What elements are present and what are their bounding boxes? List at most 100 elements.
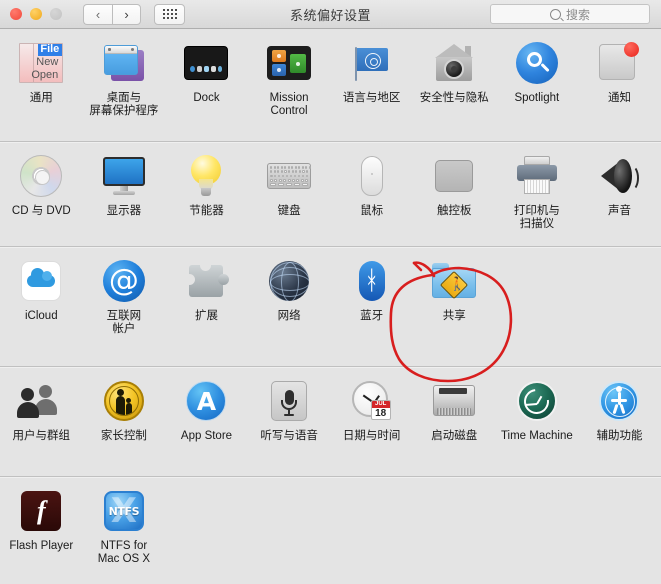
pref-pane-empty [165, 487, 248, 576]
traffic-lights [10, 8, 62, 20]
back-button[interactable]: ‹ [83, 3, 112, 25]
close-button[interactable] [10, 8, 22, 20]
pref-pane-dictation-speech[interactable]: 听写与语音 [248, 377, 331, 468]
pref-pane-mouse[interactable]: 鼠标 [330, 152, 413, 238]
pref-pane-label: 语言与地区 [342, 92, 401, 104]
pref-pane-notifications[interactable]: 通知 [578, 39, 661, 133]
pref-pane-label: 通知 [607, 92, 631, 104]
notifications-icon [595, 39, 643, 87]
pref-pane-label: CD 与 DVD [11, 205, 71, 217]
pref-pane-empty [248, 487, 331, 576]
pref-pane-label: iCloud [24, 310, 58, 322]
app-store-icon: A [182, 377, 230, 425]
search-icon [549, 8, 561, 20]
pref-pane-startup-disk[interactable]: 启动磁盘 [413, 377, 496, 468]
internet-accounts-icon: @ [100, 257, 148, 305]
pref-pane-internet-accounts[interactable]: @ 互联网 帐户 [83, 257, 166, 358]
pref-pane-keyboard[interactable]: 键盘 [248, 152, 331, 238]
mission-control-icon [265, 39, 313, 87]
pref-row-other: f Flash Player X NTFS NTFS for Mac OS X [0, 477, 661, 584]
forward-button[interactable]: › [112, 3, 141, 25]
mouse-icon [348, 152, 396, 200]
users-groups-icon [16, 377, 65, 425]
pref-pane-empty [578, 257, 661, 358]
pref-pane-label: 听写与语音 [260, 430, 318, 442]
dock-icon [182, 39, 230, 87]
pref-pane-label: 用户与群组 [12, 430, 71, 442]
pref-pane-spotlight[interactable]: Spotlight [496, 39, 579, 133]
pref-pane-empty [330, 487, 413, 576]
trackpad-icon [430, 152, 478, 200]
pref-pane-users-groups[interactable]: 用户与群组 [0, 377, 83, 468]
pref-pane-network[interactable]: 网络 [248, 257, 331, 358]
sharing-icon: 🚶 [430, 257, 478, 305]
pref-pane-desktop-screensaver[interactable]: 桌面与 屏幕保护程序 [83, 39, 166, 133]
pref-pane-label: 安全性与隐私 [419, 92, 489, 104]
pref-pane-language-region[interactable]: 语言与地区 [330, 39, 413, 133]
displays-icon [100, 152, 148, 200]
pref-pane-icloud[interactable]: iCloud [0, 257, 83, 358]
pref-pane-dock[interactable]: Dock [165, 39, 248, 133]
desktop-screensaver-icon [100, 39, 148, 87]
pref-pane-app-store[interactable]: A App Store [165, 377, 248, 468]
pref-pane-sound[interactable]: 声音 [578, 152, 661, 238]
pref-pane-label: Spotlight [514, 92, 560, 104]
pref-pane-label: 桌面与 屏幕保护程序 [89, 92, 159, 117]
pref-pane-printers-scanners[interactable]: 打印机与 扫描仪 [496, 152, 579, 238]
pref-pane-security-privacy[interactable]: 安全性与隐私 [413, 39, 496, 133]
pref-row-personal: File New Open 通用 桌面与 屏幕保护程序 Dock Mission… [0, 29, 661, 142]
navigation-buttons: ‹ › [83, 3, 141, 25]
dictation-speech-icon [265, 377, 313, 425]
ntfs-for-mac-icon: X NTFS [100, 487, 148, 535]
pref-pane-flash-player[interactable]: f Flash Player [0, 487, 83, 576]
pref-pane-extensions[interactable]: 扩展 [165, 257, 248, 358]
pref-pane-bluetooth[interactable]: ᚼ 蓝牙 [330, 257, 413, 358]
pref-pane-label: 启动磁盘 [431, 430, 478, 442]
icloud-icon [17, 257, 65, 305]
startup-disk-icon [430, 377, 478, 425]
pref-pane-label: 蓝牙 [360, 310, 384, 322]
pref-pane-label: 扩展 [194, 310, 218, 322]
accessibility-icon [595, 377, 643, 425]
zoom-button[interactable] [50, 8, 62, 20]
pref-pane-date-time[interactable]: JUL 18 日期与时间 [330, 377, 413, 468]
pref-pane-cd-dvd[interactable]: CD 与 DVD [0, 152, 83, 238]
cd-dvd-icon [17, 152, 65, 200]
pref-pane-sharing[interactable]: 🚶 共享 [413, 257, 496, 358]
minimize-button[interactable] [30, 8, 42, 20]
pref-pane-label: 家长控制 [100, 430, 147, 442]
pref-pane-label: 鼠标 [360, 205, 384, 217]
pref-pane-label: 共享 [442, 310, 466, 322]
pref-pane-displays[interactable]: 显示器 [83, 152, 166, 238]
pref-pane-parental-controls[interactable]: 家长控制 [83, 377, 166, 468]
show-all-button[interactable] [154, 3, 185, 25]
general-menu-new: New [36, 56, 59, 68]
pref-pane-mission-control[interactable]: Mission Control [248, 39, 331, 133]
search-input[interactable]: 搜索 [490, 4, 650, 24]
pref-pane-general[interactable]: File New Open 通用 [0, 39, 83, 133]
pref-pane-time-machine[interactable]: Time Machine [496, 377, 579, 468]
network-icon [265, 257, 313, 305]
pref-pane-trackpad[interactable]: 触控板 [413, 152, 496, 238]
pref-pane-label: App Store [180, 430, 233, 442]
ntfs-tag: NTFS [108, 504, 140, 518]
pref-pane-label: Dock [193, 92, 220, 104]
energy-saver-icon [182, 152, 230, 200]
extensions-icon [182, 257, 230, 305]
time-machine-icon [513, 377, 561, 425]
search-placeholder: 搜索 [565, 7, 590, 22]
flash-glyph: f [21, 491, 62, 531]
pref-pane-label: 互联网 帐户 [106, 310, 142, 335]
pref-pane-ntfs-for-mac[interactable]: X NTFS NTFS for Mac OS X [83, 487, 166, 576]
pref-pane-accessibility[interactable]: 辅助功能 [578, 377, 661, 468]
pref-pane-empty [496, 257, 579, 358]
pref-pane-label: Time Machine [500, 430, 573, 442]
pref-pane-label: 触控板 [437, 205, 472, 217]
general-menu-file: File [40, 43, 60, 55]
window-titlebar: ‹ › 系统偏好设置 搜索 [0, 0, 661, 29]
pref-pane-energy-saver[interactable]: 节能器 [165, 152, 248, 238]
pref-pane-label: 通用 [29, 92, 53, 104]
flash-player-icon: f [17, 487, 65, 535]
pref-row-internet: iCloud @ 互联网 帐户 扩展 网络 ᚼ 蓝牙 🚶 共享 [0, 247, 661, 367]
sound-icon [595, 152, 643, 200]
